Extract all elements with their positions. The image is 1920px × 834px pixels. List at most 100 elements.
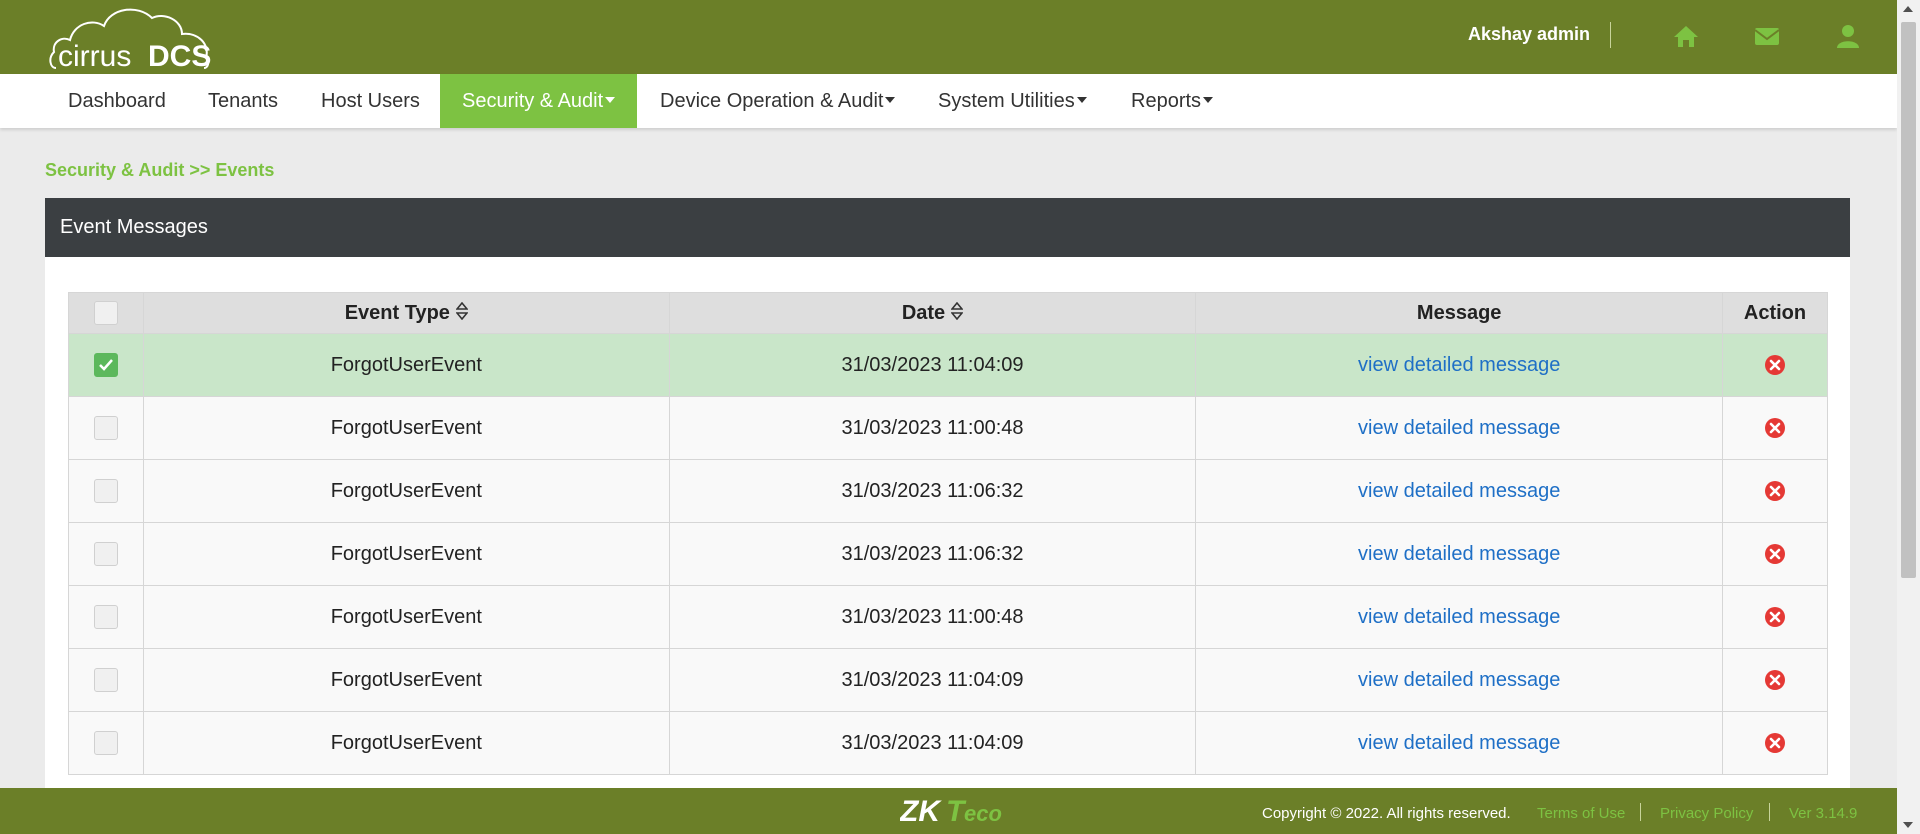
envelope-icon[interactable]	[1753, 22, 1781, 50]
date-cell: 31/03/2023 11:04:09	[668, 333, 1197, 397]
row-select-cell	[68, 333, 144, 397]
check-icon	[99, 359, 113, 371]
events-table: Event Type Date Message Action ForgotUse…	[68, 292, 1828, 775]
view-detailed-message-link[interactable]: view detailed message	[1358, 480, 1560, 502]
message-cell: view detailed message	[1195, 585, 1723, 649]
event-type-cell: ForgotUserEvent	[142, 459, 670, 523]
view-detailed-message-link[interactable]: view detailed message	[1358, 606, 1560, 628]
table-body: ForgotUserEvent 31/03/2023 11:04:09 view d…	[68, 333, 1828, 775]
scroll-down-icon[interactable]	[1903, 822, 1913, 828]
row-select-cell	[68, 711, 144, 775]
delete-icon[interactable]	[1764, 732, 1786, 754]
table-row[interactable]: ForgotUserEvent 31/03/2023 11:04:09 view d…	[68, 648, 1828, 712]
privacy-policy-link[interactable]: Privacy Policy	[1660, 805, 1753, 822]
table-row[interactable]: ForgotUserEvent 31/03/2023 11:00:48 view d…	[68, 585, 1828, 649]
row-checkbox[interactable]	[93, 353, 118, 377]
row-checkbox[interactable]	[93, 668, 118, 692]
date-cell: 31/03/2023 11:00:48	[668, 585, 1197, 649]
copyright-text: Copyright © 2022. All rights reserved.	[1262, 805, 1511, 822]
main-nav: Dashboard Tenants Host Users Security & …	[0, 74, 1897, 128]
action-cell	[1722, 711, 1828, 775]
row-checkbox[interactable]	[93, 605, 118, 629]
delete-icon[interactable]	[1764, 543, 1786, 565]
delete-icon[interactable]	[1764, 354, 1786, 376]
action-cell	[1722, 459, 1828, 523]
nav-item-device-operation-audit[interactable]: Device Operation & Audit	[638, 74, 917, 128]
nav-item-reports[interactable]: Reports	[1109, 74, 1235, 128]
nav-item-host-users[interactable]: Host Users	[299, 74, 442, 128]
caret-down-icon	[1076, 96, 1087, 103]
column-header-event-type[interactable]: Event Type	[142, 292, 670, 334]
nav-item-system-utilities[interactable]: System Utilities	[916, 74, 1109, 128]
vertical-scrollbar[interactable]	[1897, 0, 1920, 834]
footer: ZK T eco Copyright © 2022. All rights re…	[0, 788, 1897, 834]
view-detailed-message-link[interactable]: view detailed message	[1358, 354, 1560, 376]
cirrus-dcs-logo[interactable]: cirrus DCS	[48, 2, 218, 73]
table-row[interactable]: ForgotUserEvent 31/03/2023 11:04:09 view d…	[68, 711, 1828, 775]
column-header-action: Action	[1722, 292, 1828, 334]
svg-text:cirrus: cirrus	[58, 40, 131, 72]
row-select-cell	[68, 396, 144, 460]
nav-item-tenants[interactable]: Tenants	[186, 74, 300, 128]
nav-item-dashboard[interactable]: Dashboard	[46, 74, 188, 128]
zkteco-logo: ZK T eco	[899, 794, 1020, 828]
terms-of-use-link[interactable]: Terms of Use	[1537, 805, 1625, 822]
scroll-up-icon[interactable]	[1903, 6, 1913, 12]
event-type-cell: ForgotUserEvent	[142, 522, 670, 586]
view-detailed-message-link[interactable]: view detailed message	[1358, 543, 1560, 565]
date-cell: 31/03/2023 11:00:48	[668, 396, 1197, 460]
svg-text:DCS: DCS	[148, 40, 211, 72]
svg-text:ZK: ZK	[900, 795, 942, 828]
delete-icon[interactable]	[1764, 417, 1786, 439]
table-row[interactable]: ForgotUserEvent 31/03/2023 11:06:32 view d…	[68, 459, 1828, 523]
message-cell: view detailed message	[1195, 711, 1723, 775]
message-cell: view detailed message	[1195, 522, 1723, 586]
action-cell	[1722, 396, 1828, 460]
event-type-cell: ForgotUserEvent	[142, 396, 670, 460]
row-checkbox[interactable]	[93, 542, 118, 566]
event-type-cell: ForgotUserEvent	[142, 333, 670, 397]
view-detailed-message-link[interactable]: view detailed message	[1358, 732, 1560, 754]
row-checkbox[interactable]	[93, 416, 118, 440]
caret-down-icon	[605, 96, 616, 103]
view-detailed-message-link[interactable]: view detailed message	[1358, 417, 1560, 439]
action-cell	[1722, 522, 1828, 586]
table-row[interactable]: ForgotUserEvent 31/03/2023 11:00:48 view d…	[68, 396, 1828, 460]
footer-divider	[1640, 803, 1641, 821]
table-row[interactable]: ForgotUserEvent 31/03/2023 11:04:09 view d…	[68, 333, 1828, 397]
home-icon[interactable]	[1672, 22, 1700, 50]
select-all-cell	[68, 292, 144, 334]
sort-icon	[951, 302, 964, 321]
message-cell: view detailed message	[1195, 333, 1723, 397]
message-cell: view detailed message	[1195, 648, 1723, 712]
event-type-cell: ForgotUserEvent	[142, 711, 670, 775]
column-header-date[interactable]: Date	[668, 292, 1197, 334]
action-cell	[1722, 585, 1828, 649]
action-cell	[1722, 648, 1828, 712]
row-select-cell	[68, 459, 144, 523]
message-cell: view detailed message	[1195, 396, 1723, 460]
svg-text:eco: eco	[964, 801, 1002, 826]
action-cell	[1722, 333, 1828, 397]
nav-item-security-audit[interactable]: Security & Audit	[440, 74, 638, 128]
row-checkbox[interactable]	[93, 731, 118, 755]
select-all-checkbox[interactable]	[93, 301, 118, 325]
user-name[interactable]: Akshay admin	[1468, 24, 1590, 45]
user-icon[interactable]	[1834, 22, 1862, 50]
row-select-cell	[68, 522, 144, 586]
view-detailed-message-link[interactable]: view detailed message	[1358, 669, 1560, 691]
delete-icon[interactable]	[1764, 480, 1786, 502]
column-header-message: Message	[1195, 292, 1723, 334]
header-divider	[1610, 22, 1611, 48]
table-row[interactable]: ForgotUserEvent 31/03/2023 11:06:32 view d…	[68, 522, 1828, 586]
date-cell: 31/03/2023 11:04:09	[668, 711, 1197, 775]
table-header-row: Event Type Date Message Action	[68, 292, 1828, 334]
row-select-cell	[68, 585, 144, 649]
scroll-thumb[interactable]	[1901, 22, 1916, 578]
message-cell: view detailed message	[1195, 459, 1723, 523]
delete-icon[interactable]	[1764, 669, 1786, 691]
row-checkbox[interactable]	[93, 479, 118, 503]
delete-icon[interactable]	[1764, 606, 1786, 628]
panel-title: Event Messages	[45, 198, 1850, 257]
event-type-cell: ForgotUserEvent	[142, 585, 670, 649]
